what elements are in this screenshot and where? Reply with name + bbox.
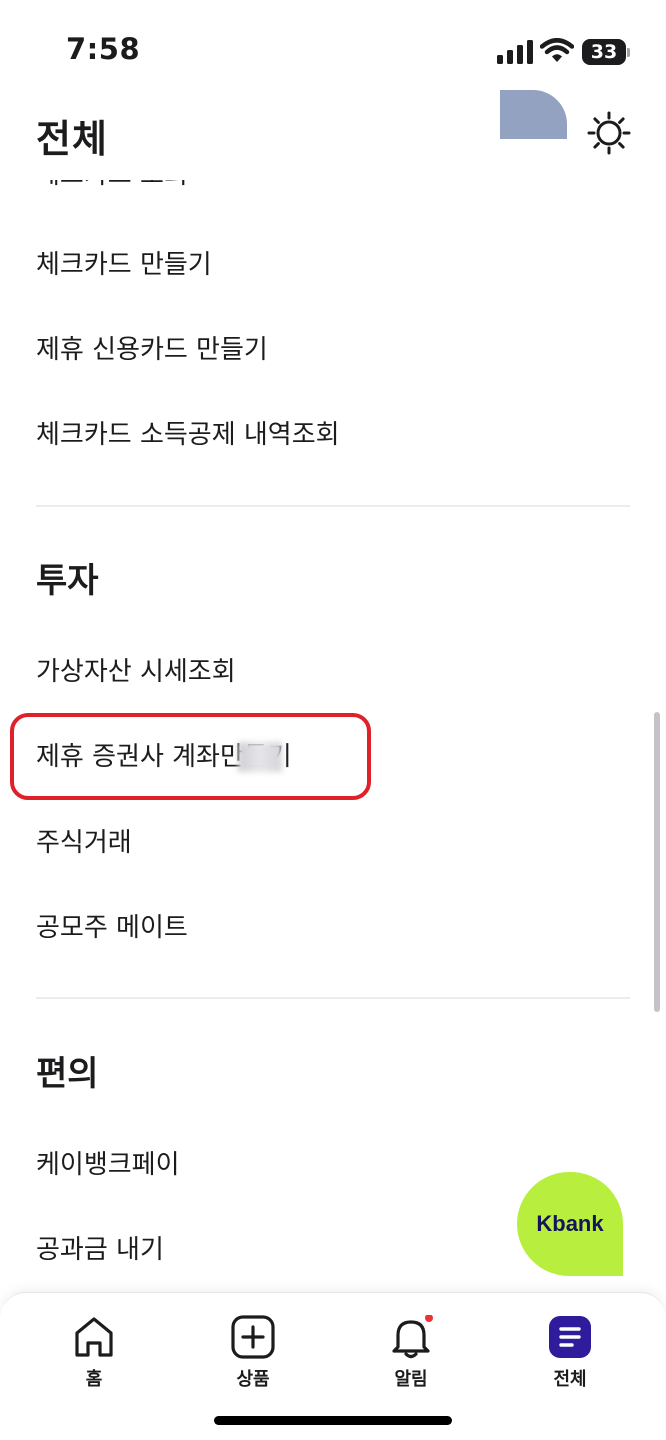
- settings-icon[interactable]: [586, 110, 632, 156]
- nav-tab-all-menu[interactable]: 전체: [520, 1315, 620, 1405]
- page-header: 전체: [0, 90, 666, 180]
- kbank-chat-button[interactable]: Kbank: [517, 1172, 623, 1276]
- menu-item-partner-credit-card[interactable]: 제휴 신용카드 만들기: [36, 320, 268, 380]
- home-indicator: [214, 1416, 452, 1425]
- menu-icon: [549, 1316, 591, 1358]
- wifi-icon: [540, 38, 574, 62]
- section-divider: [36, 997, 630, 999]
- nav-label-home: 홈: [85, 1369, 103, 1390]
- cellular-signal-icon: [497, 40, 533, 64]
- menu-item-kbank-pay[interactable]: 케이뱅크페이: [36, 1135, 180, 1195]
- page-title: 전체: [36, 117, 108, 161]
- menu-item-check-card-deduction[interactable]: 체크카드 소득공제 내역조회: [36, 405, 340, 465]
- nav-label-notifications: 알림: [394, 1369, 428, 1390]
- section-divider: [36, 505, 630, 507]
- battery-indicator: 33: [582, 39, 630, 65]
- section-title-convenience: 편의: [36, 1054, 99, 1094]
- nav-tab-notifications[interactable]: 알림: [361, 1315, 461, 1405]
- nav-tab-products[interactable]: 상품: [203, 1315, 303, 1405]
- menu-item-ipo-mate[interactable]: 공모주 메이트: [36, 898, 188, 958]
- section-title-invest: 투자: [36, 561, 99, 601]
- nav-label-all-menu: 전체: [553, 1369, 587, 1390]
- home-icon: [75, 1317, 113, 1357]
- scrollbar[interactable]: [654, 712, 660, 1012]
- highlight-annotation: [10, 713, 371, 800]
- kbank-logo-text: Kbank: [536, 1211, 604, 1236]
- status-bar: 7:58 33: [0, 0, 666, 100]
- plus-square-icon: [231, 1315, 275, 1359]
- battery-level: 33: [590, 41, 618, 63]
- menu-item-check-card-create[interactable]: 체크카드 만들기: [36, 235, 212, 295]
- menu-item-stock-trading[interactable]: 주식거래: [36, 813, 132, 873]
- nav-label-products: 상품: [236, 1369, 270, 1390]
- nav-tab-home[interactable]: 홈: [44, 1315, 144, 1405]
- menu-item-utility-bills[interactable]: 공과금 내기: [36, 1220, 164, 1280]
- menu-item-crypto-price[interactable]: 가상자산 시세조회: [36, 642, 236, 702]
- bell-icon: [392, 1315, 433, 1359]
- status-time: 7:58: [66, 32, 141, 66]
